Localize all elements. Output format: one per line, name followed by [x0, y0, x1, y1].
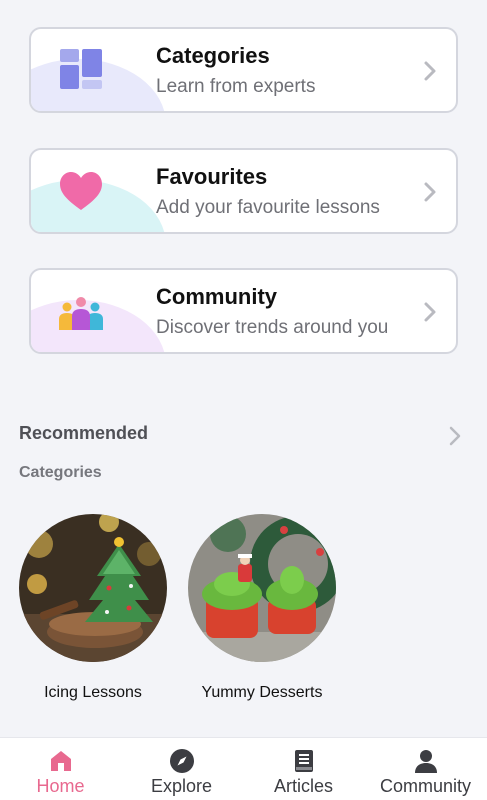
card-subtitle: Discover trends around you	[156, 317, 389, 338]
card-title: Community	[156, 284, 277, 309]
heart-icon	[60, 172, 102, 210]
favourites-card[interactable]: Favourites Add your favourite lessons	[29, 148, 458, 234]
recommended-heading: Recommended	[19, 423, 149, 443]
chevron-right-icon	[424, 61, 436, 81]
categories-subheading: Categories	[19, 464, 102, 481]
home-screen: Categories Learn from experts Favourites…	[0, 0, 487, 800]
nav-item-explore[interactable]: Explore	[121, 738, 242, 800]
chevron-right-icon[interactable]	[446, 424, 464, 448]
people-icon	[59, 297, 103, 330]
compass-icon	[169, 749, 194, 773]
nav-item-articles[interactable]: Articles	[243, 738, 364, 800]
category-item-icing-lessons[interactable]: Icing Lessons	[18, 514, 168, 702]
bottom-navigation: Home Explore Articles Community	[0, 737, 487, 800]
category-label: Yummy Desserts	[201, 684, 323, 701]
nav-label: Community	[379, 776, 472, 796]
chevron-right-icon	[424, 182, 436, 202]
home-icon	[50, 751, 71, 771]
card-title: Categories	[156, 43, 270, 68]
category-item-yummy-desserts[interactable]: Yummy Desserts	[187, 514, 337, 702]
nav-item-home[interactable]: Home	[0, 738, 121, 800]
card-title: Favourites	[156, 164, 268, 189]
category-label: Icing Lessons	[44, 684, 142, 701]
card-subtitle: Learn from experts	[156, 76, 316, 97]
grid-icon	[60, 49, 102, 89]
person-icon	[414, 750, 437, 773]
card-subtitle: Add your favourite lessons	[156, 197, 380, 218]
category-image	[19, 514, 167, 662]
categories-card[interactable]: Categories Learn from experts	[29, 27, 458, 113]
book-icon	[294, 750, 313, 772]
community-card[interactable]: Community Discover trends around you	[29, 268, 458, 354]
nav-label: Articles	[273, 776, 333, 796]
nav-item-community[interactable]: Community	[365, 738, 486, 800]
category-image	[188, 514, 336, 662]
nav-label: Home	[36, 776, 85, 796]
nav-label: Explore	[150, 776, 213, 796]
chevron-right-icon	[424, 302, 436, 322]
